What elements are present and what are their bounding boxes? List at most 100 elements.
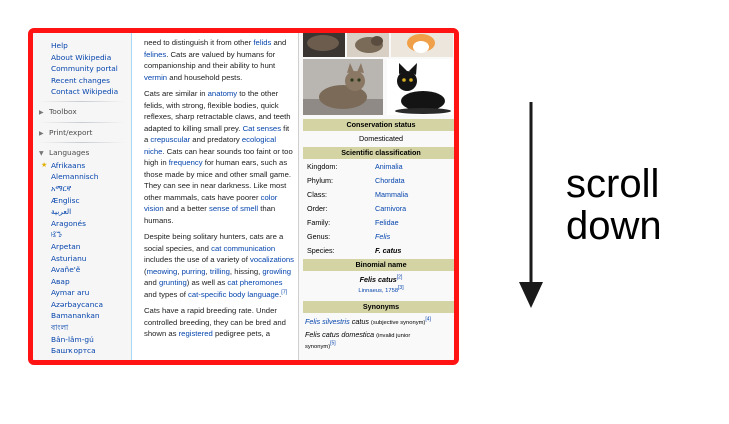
triangle-right-icon: ▶ [39, 129, 44, 137]
cat-photo[interactable] [391, 33, 453, 57]
language-list: Afrikaans Alemannisch አማርኛ Ænglisc العرب… [33, 160, 131, 360]
triangle-down-icon: ▼ [39, 150, 44, 158]
classification-row: Phylum: Chordata [307, 174, 405, 187]
binomial-author: Linnaeus, 1758[3] [303, 285, 454, 294]
classification-row: Order: Carnivora [307, 202, 407, 215]
language-link[interactable]: Asturianu [33, 253, 131, 265]
cat-photo[interactable] [303, 33, 345, 57]
printexport-toggle[interactable]: ▶ Print/export [33, 127, 131, 140]
link-cat-pheromones[interactable]: cat pheromones [227, 278, 282, 287]
link-crepuscular[interactable]: crepuscular [150, 135, 190, 144]
link-felines[interactable]: felines [144, 50, 166, 59]
language-link[interactable]: Ænglisc [33, 195, 131, 207]
cat-photo[interactable] [347, 33, 389, 57]
browser-viewport: Help About Wikipedia Community portal Re… [28, 28, 459, 365]
citation-link[interactable]: [4] [425, 317, 431, 323]
down-arrow-icon [519, 102, 543, 308]
link-purring[interactable]: purring [182, 267, 206, 276]
cat-photo-image [303, 59, 383, 115]
language-link[interactable]: ꕙꔤ [33, 229, 131, 241]
language-link[interactable]: Bamanankan [33, 310, 131, 322]
scroll-down-label: scroll down [566, 162, 662, 248]
citation-link[interactable]: [5] [330, 341, 336, 347]
divider [39, 100, 125, 102]
link-trilling[interactable]: trilling [210, 267, 230, 276]
binomial-name: Felis catus[2] [359, 274, 403, 284]
link-anatomy[interactable]: anatomy [208, 89, 238, 98]
classification-row: Family: Felidae [307, 216, 399, 229]
synonym-link[interactable]: Felis silvestris [305, 317, 350, 326]
article-body: need to distinguish it from other felids… [131, 33, 298, 360]
sidebar-item-contact[interactable]: Contact Wikipedia [33, 86, 131, 98]
language-link[interactable]: Aymar aru [33, 287, 131, 299]
classification-link[interactable]: Mammalia [375, 188, 408, 201]
sidebar-item-recent-changes[interactable]: Recent changes [33, 75, 131, 87]
language-link[interactable]: Afrikaans [33, 160, 131, 172]
classification-link[interactable]: Animalia [375, 160, 403, 173]
citation-link[interactable]: [2] [397, 275, 403, 281]
divider [39, 121, 125, 123]
classification-row: Class: Mammalia [307, 188, 409, 201]
link-felids[interactable]: felids [253, 38, 271, 47]
conservation-status-header[interactable]: Conservation status [303, 119, 454, 131]
paragraph: Cats have a rapid breeding rate. Under c… [144, 306, 286, 338]
link-cat-communication[interactable]: cat communication [211, 244, 275, 253]
classification-link[interactable]: Felis [375, 230, 390, 243]
link-frequency[interactable]: frequency [169, 158, 203, 167]
link-cat-senses[interactable]: Cat senses [243, 124, 281, 133]
cat-photo-image [347, 33, 389, 57]
language-link[interactable]: Aragonés [33, 218, 131, 230]
conservation-status-value: Domesticated [359, 134, 403, 143]
citation-link[interactable]: [3] [398, 285, 404, 291]
language-link[interactable]: Avañe'ẽ [33, 264, 131, 276]
link-sense-of-smell[interactable]: sense of smell [209, 204, 258, 213]
synonyms-header[interactable]: Synonyms [303, 301, 454, 313]
toolbox-toggle[interactable]: ▶ Toolbox [33, 106, 131, 119]
language-link[interactable]: বাংলা [33, 322, 131, 334]
classification-link[interactable]: Chordata [375, 174, 405, 187]
scientific-classification-header[interactable]: Scientific classification [303, 147, 454, 159]
classification-link[interactable]: Carnivora [375, 202, 406, 215]
language-link[interactable]: Беларуская [33, 357, 131, 360]
synonym-entry: Felis silvestris catus (subjective synon… [305, 316, 431, 350]
infobox: Conservation status Domesticated Scienti… [298, 33, 454, 360]
divider [39, 142, 125, 144]
binomial-name-header[interactable]: Binomial name [303, 259, 454, 271]
paragraph: Despite being solitary hunters, cats are… [144, 232, 294, 299]
link-cat-body-language[interactable]: cat-specific body language [188, 290, 279, 299]
classification-row: Genus: Felis [307, 230, 391, 243]
triangle-right-icon: ▶ [39, 108, 44, 116]
language-link[interactable]: Башҡортса [33, 345, 131, 357]
sidebar-item-community-portal[interactable]: Community portal [33, 63, 131, 75]
link-vermin[interactable]: vermin [144, 73, 167, 82]
sidebar: Help About Wikipedia Community portal Re… [33, 33, 131, 360]
sidebar-nav: Help About Wikipedia Community portal Re… [33, 40, 131, 98]
language-link[interactable]: አማርኛ [33, 183, 131, 195]
link-growling[interactable]: growling [262, 267, 291, 276]
paragraph: need to distinguish it from other felids… [144, 38, 287, 82]
link-grunting[interactable]: grunting [159, 278, 187, 287]
link-meowing[interactable]: meowing [147, 267, 178, 276]
language-link[interactable]: العربية [33, 206, 131, 218]
cat-photo[interactable] [303, 59, 383, 115]
languages-toggle[interactable]: ▼ Languages [33, 147, 131, 160]
cat-photo[interactable] [387, 59, 453, 115]
paragraph: Cats are similar in anatomy to the other… [144, 89, 293, 225]
sidebar-item-about[interactable]: About Wikipedia [33, 52, 131, 64]
classification-row: Kingdom: Animalia [307, 160, 403, 173]
cat-photo-image [303, 33, 345, 57]
binomial-author-link[interactable]: Linnaeus, 1758 [358, 288, 398, 294]
cat-photo-image [391, 33, 453, 57]
language-link[interactable]: Arpetan [33, 241, 131, 253]
classification-row: Species: F. catus [307, 246, 402, 255]
link-registered[interactable]: registered [179, 329, 213, 338]
classification-link[interactable]: Felidae [375, 216, 399, 229]
language-link[interactable]: Bân-lâm-gú [33, 334, 131, 346]
sidebar-item-help[interactable]: Help [33, 40, 131, 52]
language-link[interactable]: Azərbaycanca [33, 299, 131, 311]
language-link[interactable]: Alemannisch [33, 171, 131, 183]
link-vocalizations[interactable]: vocalizations [250, 255, 294, 264]
cat-photo-image [387, 59, 453, 115]
citation-link[interactable]: [7] [281, 289, 287, 295]
language-link[interactable]: Авар [33, 276, 131, 288]
